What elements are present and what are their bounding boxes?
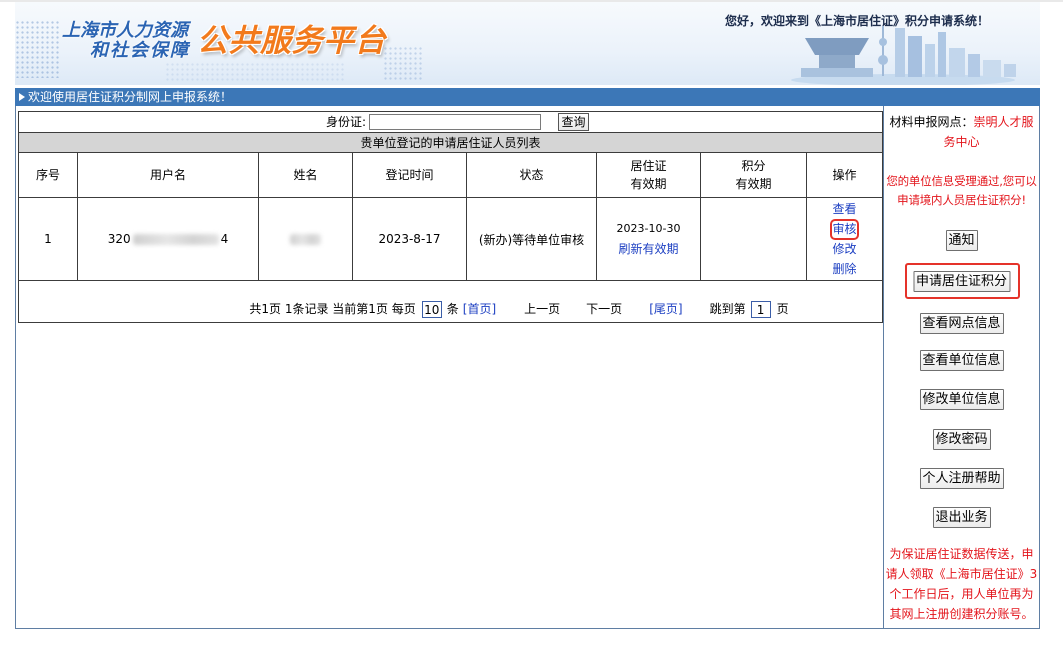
column-header-status: 状态 (466, 152, 597, 198)
username-prefix: 320 (107, 232, 131, 246)
column-header-label: 操作 (832, 168, 857, 182)
row-name (258, 197, 353, 281)
column-header-registered: 登记时间 (352, 152, 467, 198)
view-company-info-button[interactable]: 查看单位信息 (919, 350, 1004, 371)
approval-notice: 您的单位信息受理通过,您可以申请境内人员居住证积分! (886, 174, 1037, 207)
search-button[interactable]: 查询 (558, 112, 589, 131)
row-actions: 查看 审核 修改 删除 (806, 197, 883, 281)
redacted-name-blur (290, 234, 321, 245)
review-link[interactable]: 审核 (832, 221, 856, 238)
logout-button[interactable]: 退出业务 (932, 507, 991, 528)
jump-page-input[interactable] (750, 301, 771, 318)
next-page-link[interactable]: 下一页 (586, 302, 622, 316)
column-header-points-validity: 积分 有效期 (700, 152, 807, 198)
triangle-right-icon (19, 93, 25, 101)
logo-line-2: 和社会保障 (90, 40, 190, 61)
last-page-link[interactable]: [尾页] (649, 302, 682, 316)
column-header-label: 有效期 (735, 177, 772, 191)
column-header-username: 用户名 (77, 152, 259, 198)
column-header-label: 状态 (519, 168, 544, 182)
table-title: 贵单位登记的申请居住证人员列表 (18, 132, 883, 153)
row-username: 320 4 (77, 197, 259, 281)
column-header-permit-validity: 居住证 有效期 (596, 152, 701, 198)
welcome-banner: 欢迎使用居住证积分制网上申报系统！ (15, 88, 1040, 106)
applicant-table: 身份证: 查询 贵单位登记的申请居住证人员列表 序号 用户名 姓名 登记时间 状… (18, 111, 883, 323)
logo-line-1: 上海市人力资源 (62, 20, 188, 41)
row-index: 1 (18, 197, 78, 281)
table-header-row: 序号 用户名 姓名 登记时间 状态 居住证有效期 积分有效期 操作 (18, 152, 883, 198)
redacted-username-blur (132, 234, 219, 245)
apply-points-button[interactable]: 申请居住证积分 (912, 271, 1011, 292)
first-page-link[interactable]: [首页] (463, 302, 496, 316)
header-dot-pattern (165, 62, 345, 82)
column-header-label: 序号 (35, 168, 60, 182)
search-bar: 身份证: 查询 (18, 111, 883, 133)
prev-page-link[interactable]: 上一页 (524, 302, 560, 316)
column-header-label: 姓名 (293, 168, 318, 182)
view-outlet-info-button[interactable]: 查看网点信息 (919, 313, 1004, 334)
table-title-row: 贵单位登记的申请居住证人员列表 (18, 132, 883, 153)
permit-validity-date: 2023-10-30 (616, 222, 681, 235)
pagination-row: 共1页 1条记录 当前第1页 每页 条 [首页] 上一页 下一页 [尾页] 跳到第 页 (18, 280, 883, 323)
per-page-unit: 条 (446, 302, 459, 316)
column-header-label: 积分 (741, 159, 766, 173)
jump-page-unit: 页 (776, 302, 789, 316)
platform-brand-title: 公共服务平台 (197, 23, 386, 59)
column-header-name: 姓名 (258, 152, 353, 198)
edit-company-info-button[interactable]: 修改单位信息 (919, 389, 1004, 410)
row-registered-date: 2023-8-17 (352, 197, 467, 281)
header-dot-pattern (15, 20, 59, 78)
table-row: 1 320 4 2023-8-17 (新办)等待单位审核 2023-10-30 刷… (18, 197, 883, 281)
row-points-validity (700, 197, 807, 281)
id-card-label: 身份证: (325, 114, 366, 129)
search-row: 身份证: 查询 (18, 111, 883, 133)
pagination-bar: 共1页 1条记录 当前第1页 每页 条 [首页] 上一页 下一页 [尾页] 跳到第 页 (18, 280, 883, 323)
column-header-label: 用户名 (149, 168, 186, 182)
column-header-label: 居住证 (630, 159, 667, 173)
edit-link[interactable]: 修改 (832, 239, 856, 259)
id-card-input[interactable] (369, 113, 541, 130)
row-permit-validity: 2023-10-30 刷新有效期 (596, 197, 701, 281)
site-header: 上海市人力资源 和社会保障 公共服务平台 您好，欢迎来到《上海市居住证》积分申请… (15, 2, 1040, 85)
change-password-button[interactable]: 修改密码 (932, 429, 991, 450)
column-header-label: 有效期 (630, 177, 667, 191)
refresh-validity-link[interactable]: 刷新有效期 (618, 242, 678, 256)
cityscape-illustration (791, 26, 1016, 85)
action-links: 查看 审核 修改 删除 (807, 199, 882, 279)
banner-text: 欢迎使用居住证积分制网上申报系统！ (28, 90, 233, 104)
row-status: (新办)等待单位审核 (466, 197, 597, 281)
search-form: 身份证: 查询 (19, 112, 882, 132)
per-page-input[interactable] (421, 301, 442, 318)
jump-to-label: 跳到第 (709, 302, 746, 316)
data-transfer-footnote: 为保证居住证数据传送，申请人领取《上海市居住证》3个工作日后，用人单位再为其网上… (885, 547, 1038, 621)
column-header-label: 登记时间 (385, 168, 434, 182)
outlet-label: 材料申报网点： (889, 115, 974, 129)
delete-link[interactable]: 删除 (832, 259, 856, 279)
column-header-actions: 操作 (806, 152, 883, 198)
pagination-summary: 共1页 1条记录 当前第1页 每页 (249, 302, 416, 316)
notification-button[interactable]: 通知 (945, 230, 978, 251)
view-link[interactable]: 查看 (832, 199, 856, 219)
column-header-index: 序号 (18, 152, 78, 198)
registration-help-button[interactable]: 个人注册帮助 (919, 468, 1004, 489)
header-dot-pattern (383, 46, 423, 80)
right-sidebar: 材料申报网点：崇明人才服务中心 您的单位信息受理通过,您可以申请境内人员居住证积… (884, 106, 1039, 628)
submission-outlet: 材料申报网点：崇明人才服务中心 (886, 112, 1037, 152)
username-suffix: 4 (220, 232, 229, 246)
